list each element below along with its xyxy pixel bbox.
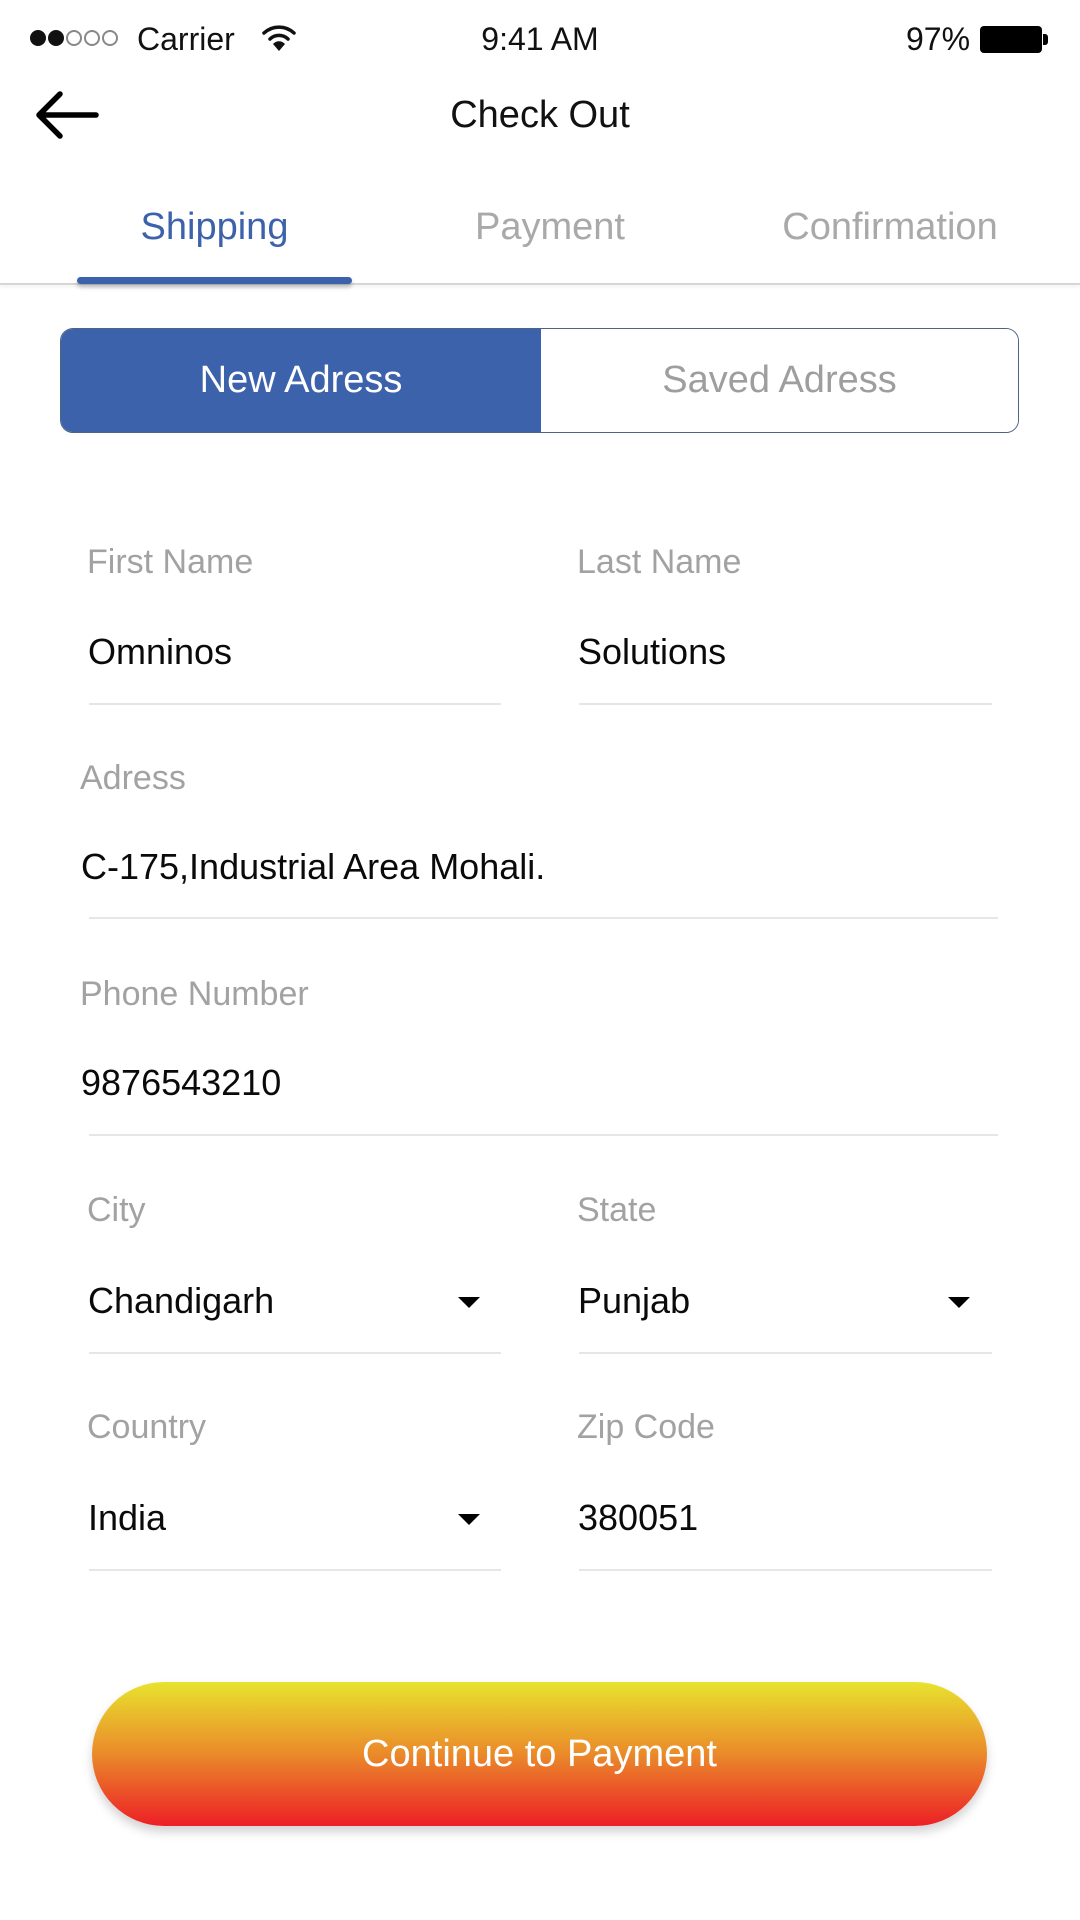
zip-input[interactable]: 380051 [578, 1496, 988, 1540]
state-underline [579, 1352, 992, 1354]
phone-underline [89, 1134, 998, 1136]
battery-icon [980, 26, 1042, 53]
address-underline [89, 917, 998, 919]
saved-address-button[interactable]: Saved Adress [541, 329, 1018, 432]
last-name-input[interactable]: Solutions [578, 630, 988, 674]
continue-to-payment-button[interactable]: Continue to Payment [92, 1682, 987, 1826]
first-name-underline [89, 703, 501, 705]
country-underline [89, 1569, 501, 1571]
battery-percent: 97% [906, 21, 971, 57]
last-name-label: Last Name [577, 543, 742, 581]
tab-shipping[interactable]: Shipping [77, 204, 352, 250]
address-type-toggle: New Adress Saved Adress [60, 328, 1019, 433]
state-select[interactable]: Punjab [578, 1279, 938, 1323]
country-select[interactable]: India [88, 1496, 448, 1540]
phone-label: Phone Number [80, 975, 309, 1013]
active-tab-indicator [77, 277, 352, 284]
page-title: Check Out [450, 94, 630, 136]
city-label: City [87, 1191, 146, 1229]
first-name-label: First Name [87, 543, 254, 581]
address-input[interactable]: C-175,Industrial Area Mohali. [81, 845, 981, 889]
zip-underline [579, 1569, 992, 1571]
last-name-underline [579, 703, 992, 705]
state-label: State [577, 1191, 657, 1229]
caret-down-icon[interactable] [458, 1514, 480, 1525]
tab-payment[interactable]: Payment [420, 204, 680, 250]
battery-tip [1043, 34, 1048, 45]
tab-confirmation[interactable]: Confirmation [750, 204, 1030, 250]
address-label: Adress [80, 759, 186, 797]
phone-input[interactable]: 9876543210 [81, 1061, 981, 1105]
city-underline [89, 1352, 501, 1354]
new-address-button[interactable]: New Adress [61, 329, 541, 432]
zip-label: Zip Code [577, 1408, 715, 1446]
caret-down-icon[interactable] [458, 1297, 480, 1308]
caret-down-icon[interactable] [948, 1297, 970, 1308]
first-name-input[interactable]: Omninos [88, 630, 498, 674]
city-select[interactable]: Chandigarh [88, 1279, 448, 1323]
country-label: Country [87, 1408, 207, 1446]
